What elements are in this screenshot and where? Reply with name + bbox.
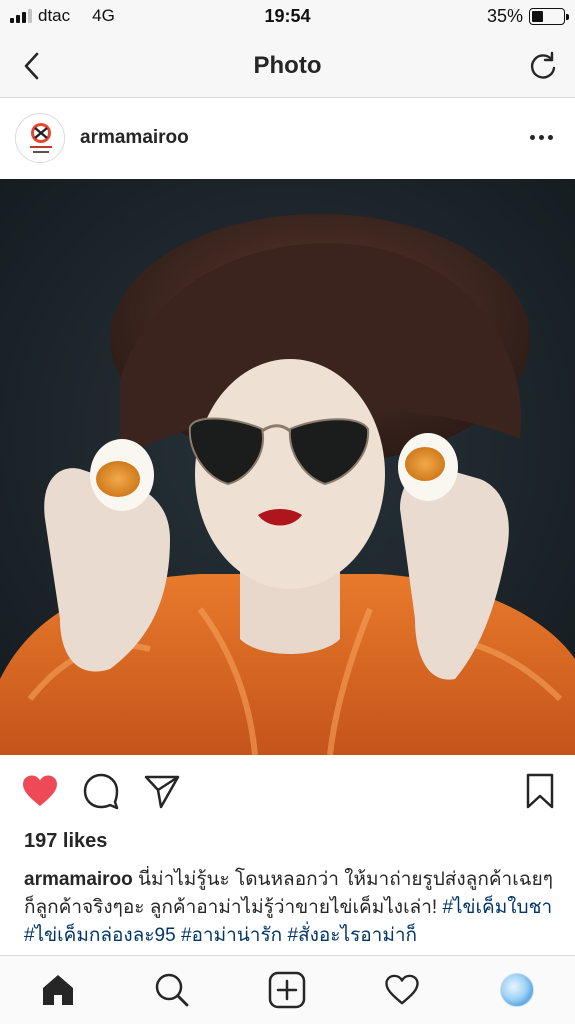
nav-bar: Photo	[0, 34, 575, 98]
add-post-icon	[268, 971, 306, 1009]
profile-avatar[interactable]	[15, 113, 65, 163]
activity-heart-icon	[385, 974, 419, 1005]
likes-count[interactable]: 197 likes	[24, 830, 107, 853]
page-title: Photo	[253, 52, 322, 79]
more-options-button[interactable]	[523, 125, 559, 149]
save-button[interactable]	[520, 771, 560, 811]
bookmark-icon	[526, 773, 554, 809]
more-dot	[529, 134, 535, 140]
tab-search[interactable]	[152, 970, 192, 1010]
more-dot	[547, 134, 553, 140]
search-icon	[155, 973, 189, 1007]
battery-fill	[532, 11, 543, 22]
post-actions	[0, 755, 575, 827]
refresh-button[interactable]	[525, 48, 561, 84]
post-photo[interactable]	[0, 179, 575, 755]
post-caption: armamairoo นี่ม่าไม่รู้นะ โดนหลอกว่า ให้…	[24, 866, 559, 956]
hashtag[interactable]: #สั่งอะไรอาม่าก็	[287, 925, 417, 946]
profile-avatar-logo	[16, 114, 64, 162]
home-icon	[43, 975, 73, 1005]
status-bar: dtac 4G 19:54 35%	[0, 0, 575, 34]
tab-home[interactable]	[38, 970, 78, 1010]
battery-icon	[529, 8, 569, 25]
status-right: 35%	[486, 6, 569, 27]
like-button[interactable]	[20, 771, 60, 811]
caption-username[interactable]: armamairoo	[24, 869, 133, 890]
post-username[interactable]: armamairoo	[80, 127, 189, 149]
send-icon	[144, 775, 180, 809]
battery-tip	[566, 14, 569, 20]
bottom-tab-bar	[0, 955, 575, 1024]
comment-button[interactable]	[81, 771, 121, 811]
refresh-icon	[530, 51, 556, 79]
post-header: armamairoo	[0, 99, 575, 179]
post-image	[0, 179, 575, 755]
hashtag[interactable]: #อาม่าน่ารัก	[181, 925, 282, 946]
hashtag[interactable]: #ไข่เค็มกล่องละ95	[24, 925, 176, 946]
profile-avatar	[500, 973, 534, 1007]
comment-icon	[83, 773, 119, 810]
tab-activity[interactable]	[382, 970, 422, 1010]
battery-percent: 35%	[486, 6, 523, 26]
more-dot	[538, 134, 544, 140]
heart-filled-icon	[23, 775, 57, 806]
tab-new-post[interactable]	[267, 970, 307, 1010]
tab-profile[interactable]	[497, 970, 537, 1010]
share-button[interactable]	[142, 771, 182, 811]
hashtag[interactable]: #ไข่เค็มใบชา	[442, 897, 552, 918]
